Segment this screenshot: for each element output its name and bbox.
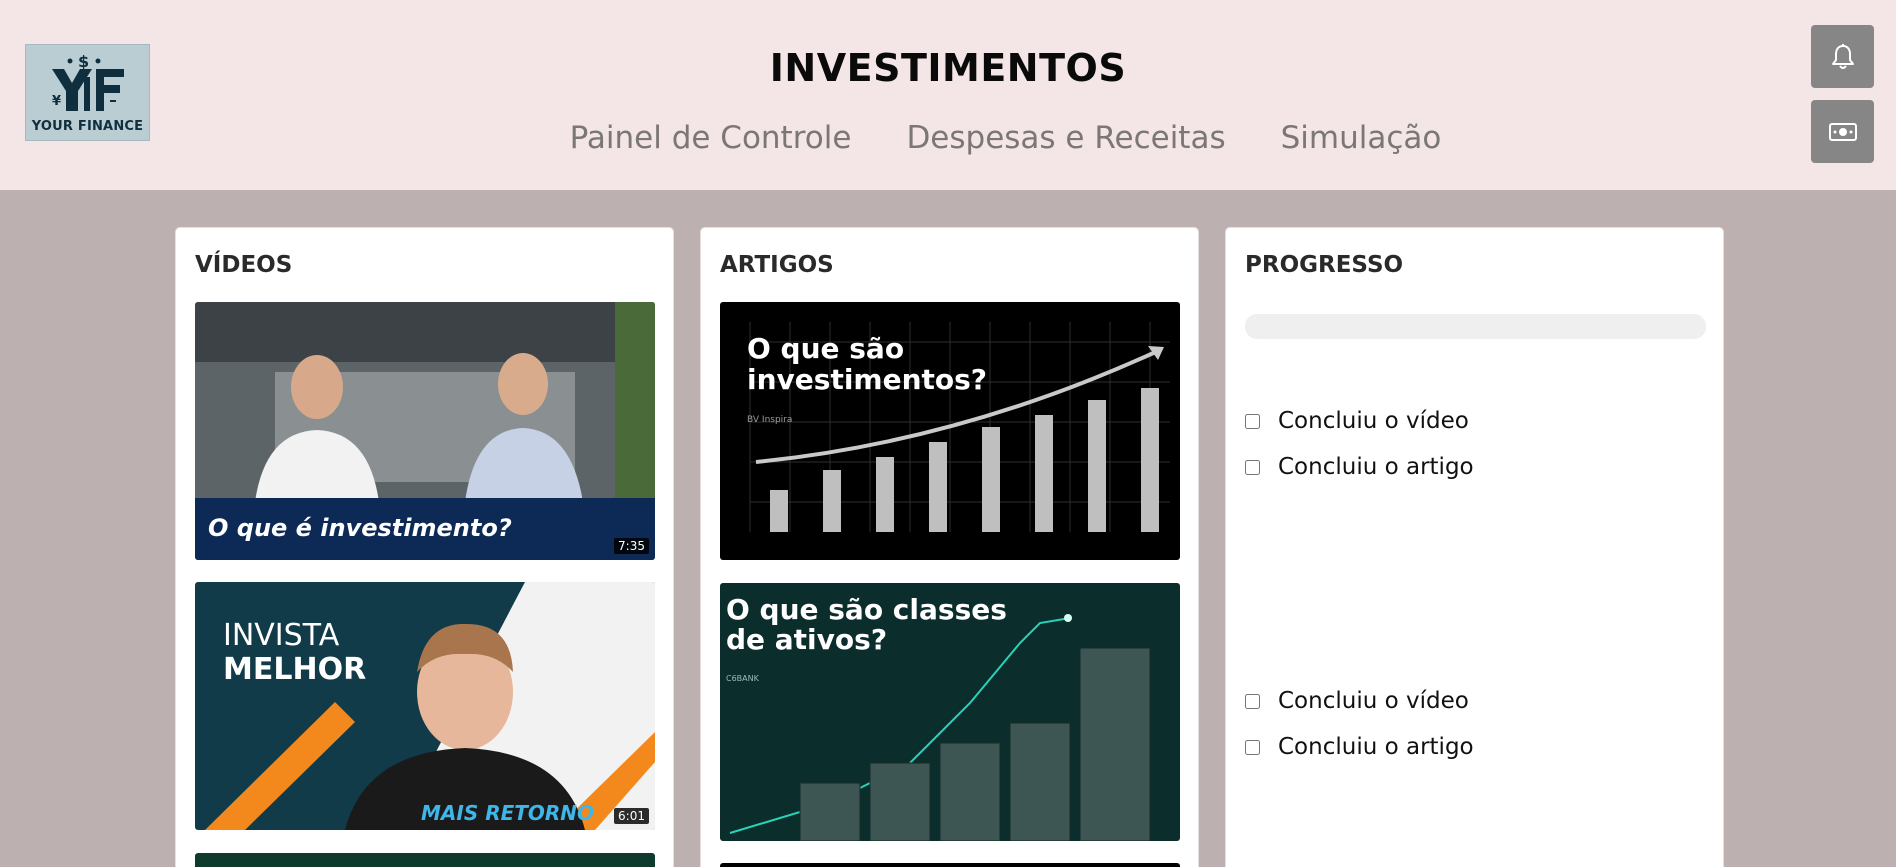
video-thumbnail-1[interactable]: O que é investimento? 7:35 — [195, 302, 655, 560]
article-2-check-label[interactable]: Concluiu o artigo — [1278, 734, 1474, 760]
article-1-source: BV Inspira — [747, 415, 792, 425]
notifications-button[interactable] — [1811, 25, 1874, 88]
video-1-duration: 7:35 — [614, 538, 649, 554]
article-1-image: O que são investimentos? BV Inspira — [720, 302, 1180, 560]
videos-title: VÍDEOS — [195, 252, 293, 278]
video-2-brand: MAIS RETORNO — [421, 801, 594, 825]
articles-card: ARTIGOS O que são investimentos? BV Insp… — [700, 227, 1199, 867]
article-1-check-row: Concluiu o artigo — [1245, 454, 1474, 480]
article-1-check-label[interactable]: Concluiu o artigo — [1278, 454, 1474, 480]
video-thumbnail-2[interactable]: INVISTA MELHOR MAIS RETORNO 6:01 — [195, 582, 655, 830]
videos-card: VÍDEOS O que é investimento? 7:35 INVIST… — [175, 227, 674, 867]
video-2-check-row: Concluiu o vídeo — [1245, 688, 1469, 714]
video-1-image: O que é investimento? — [195, 302, 655, 560]
nav-despesas-e-receitas[interactable]: Despesas e Receitas — [906, 120, 1225, 156]
article-2-source: C6BANK — [726, 674, 760, 683]
article-thumbnail-3[interactable] — [720, 863, 1180, 867]
video-1-caption: O que é investimento? — [208, 514, 512, 542]
articles-title: ARTIGOS — [720, 252, 834, 278]
header: $ ¥ YOUR FINANCE INVESTIMENTOS Painel de… — [0, 0, 1896, 190]
article-thumbnail-2[interactable]: O que são classes de ativos? C6BANK — [720, 583, 1180, 841]
video-2-checkbox[interactable] — [1245, 693, 1260, 709]
video-2-caption-line1: INVISTA — [223, 618, 340, 653]
video-1-check-label[interactable]: Concluiu o vídeo — [1278, 408, 1469, 434]
video-2-check-label[interactable]: Concluiu o vídeo — [1278, 688, 1469, 714]
nav-simulacao[interactable]: Simulação — [1281, 120, 1442, 156]
video-1-checkbox[interactable] — [1245, 413, 1260, 429]
article-2-check-row: Concluiu o artigo — [1245, 734, 1474, 760]
article-2-title-line2: de ativos? — [726, 623, 887, 656]
nav-painel-de-controle[interactable]: Painel de Controle — [570, 120, 852, 156]
video-2-duration: 6:01 — [614, 808, 649, 824]
svg-text:¥: ¥ — [52, 94, 61, 109]
page-title: INVESTIMENTOS — [769, 46, 1127, 90]
article-1-title-line2: investimentos? — [747, 363, 987, 396]
progress-card: PROGRESSO Concluiu o vídeo Concluiu o ar… — [1225, 227, 1724, 867]
article-2-title-line1: O que são classes — [726, 593, 1007, 626]
bell-icon — [1831, 43, 1854, 69]
article-2-checkbox[interactable] — [1245, 739, 1260, 755]
progress-title: PROGRESSO — [1245, 252, 1404, 278]
video-2-image: INVISTA MELHOR MAIS RETORNO — [195, 582, 655, 830]
article-2-image: O que são classes de ativos? C6BANK — [720, 583, 1180, 841]
article-thumbnail-1[interactable]: O que são investimentos? BV Inspira — [720, 302, 1180, 560]
article-1-title-line1: O que são — [747, 332, 904, 365]
video-thumbnail-3[interactable] — [195, 853, 655, 867]
video-2-caption-line2: MELHOR — [223, 652, 366, 687]
video-1-check-row: Concluiu o vídeo — [1245, 408, 1469, 434]
main-nav: Painel de Controle Despesas e Receitas S… — [0, 120, 1896, 156]
progress-bar — [1245, 314, 1706, 339]
money-icon — [1828, 122, 1857, 141]
article-1-checkbox[interactable] — [1245, 459, 1260, 475]
finance-button[interactable] — [1811, 100, 1874, 163]
